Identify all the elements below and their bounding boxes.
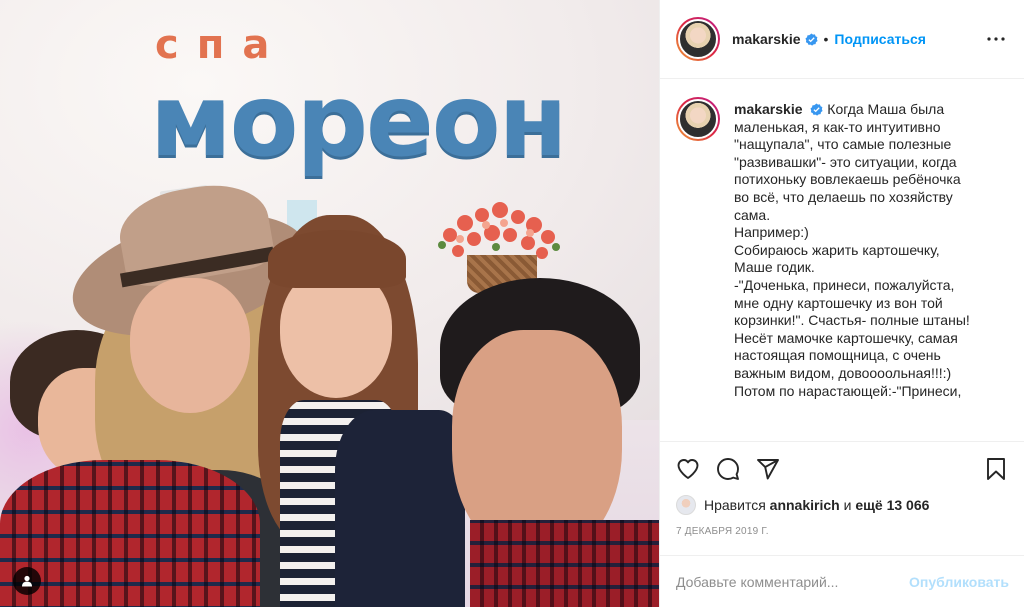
liker-avatar[interactable]	[676, 495, 696, 515]
likes-summary: Нравится annakirich и ещё 13 066	[676, 492, 1008, 518]
photo-sign-moreon: мореон	[150, 62, 568, 179]
instagram-post: спа мореон makarskie • Подписаться makar…	[0, 0, 1024, 607]
bookmark-icon[interactable]	[984, 457, 1008, 481]
likes-conjunction: и	[843, 497, 852, 513]
caption-line: -"Доченька, принеси, пожалуйста,	[734, 276, 955, 293]
caption-line: важным видом, довоооольная!!!:)	[734, 364, 952, 381]
caption-line: настоящая помощница, с очень	[734, 347, 941, 364]
photo-girl-vest	[335, 410, 465, 607]
caption-line: мне одну картошечку из вон той	[734, 294, 943, 311]
photo-mother-face	[130, 278, 250, 413]
caption-line: корзинки!". Счастья- полные штаны!	[734, 312, 970, 329]
caption-line: Например:)	[734, 224, 809, 241]
caption-username[interactable]: makarskie	[734, 101, 803, 117]
caption-section: makarskie Когда Маша была маленькая, я к…	[660, 79, 1024, 441]
verified-badge-icon	[804, 32, 818, 46]
caption-line: потихоньку вовлекаешь ребёночка	[734, 171, 961, 188]
author-avatar[interactable]	[676, 17, 720, 61]
heart-icon[interactable]	[676, 457, 700, 481]
user-tag-icon[interactable]	[13, 567, 41, 595]
caption-line: "развивашки"- это ситуации, когда	[734, 153, 957, 170]
author-username[interactable]: makarskie	[732, 31, 801, 47]
post-photo[interactable]: спа мореон	[0, 0, 659, 607]
caption-line: "нащупала", что самые полезные	[734, 136, 952, 153]
caption-line: Потом по нарастающей:-"Принеси,	[734, 382, 962, 399]
follow-button[interactable]: Подписаться	[834, 31, 926, 47]
post-date[interactable]: 7 ДЕКАБРЯ 2019 Г.	[676, 526, 1008, 537]
caption-line: Маше годик.	[734, 259, 815, 276]
caption-author-avatar[interactable]	[676, 97, 720, 141]
caption-line: Несёт мамочке картошечку, самая	[734, 329, 958, 346]
photo-father-shirt	[470, 520, 659, 607]
photo-girl-bangs	[268, 230, 406, 288]
share-icon[interactable]	[756, 457, 780, 481]
post-header: makarskie • Подписаться	[660, 0, 1024, 79]
caption-line: Собираюсь жарить картошечку,	[734, 241, 940, 258]
action-icons-row	[676, 446, 1008, 492]
post-sidebar: makarskie • Подписаться makarskie Когда …	[659, 0, 1024, 607]
verified-badge-icon	[810, 103, 823, 116]
comment-input[interactable]	[676, 573, 902, 590]
more-options-icon[interactable]	[984, 27, 1008, 51]
header-separator: •	[823, 31, 829, 47]
caption-line: Когда Маша была	[827, 101, 945, 117]
likes-count[interactable]: ещё 13 066	[855, 497, 929, 513]
caption-line: сама.	[734, 206, 771, 223]
caption-text: makarskie Когда Маша была маленькая, я к…	[734, 97, 970, 441]
caption-line: маленькая, я как-то интуитивно	[734, 118, 941, 135]
publish-button[interactable]: Опубликовать	[909, 574, 1009, 590]
liker-username[interactable]: annakirich	[770, 497, 840, 513]
caption-line: во всё, что делаешь по хозяйству	[734, 188, 953, 205]
comment-icon[interactable]	[716, 457, 740, 481]
comment-composer: Опубликовать	[660, 555, 1024, 607]
likes-prefix: Нравится	[704, 497, 766, 513]
